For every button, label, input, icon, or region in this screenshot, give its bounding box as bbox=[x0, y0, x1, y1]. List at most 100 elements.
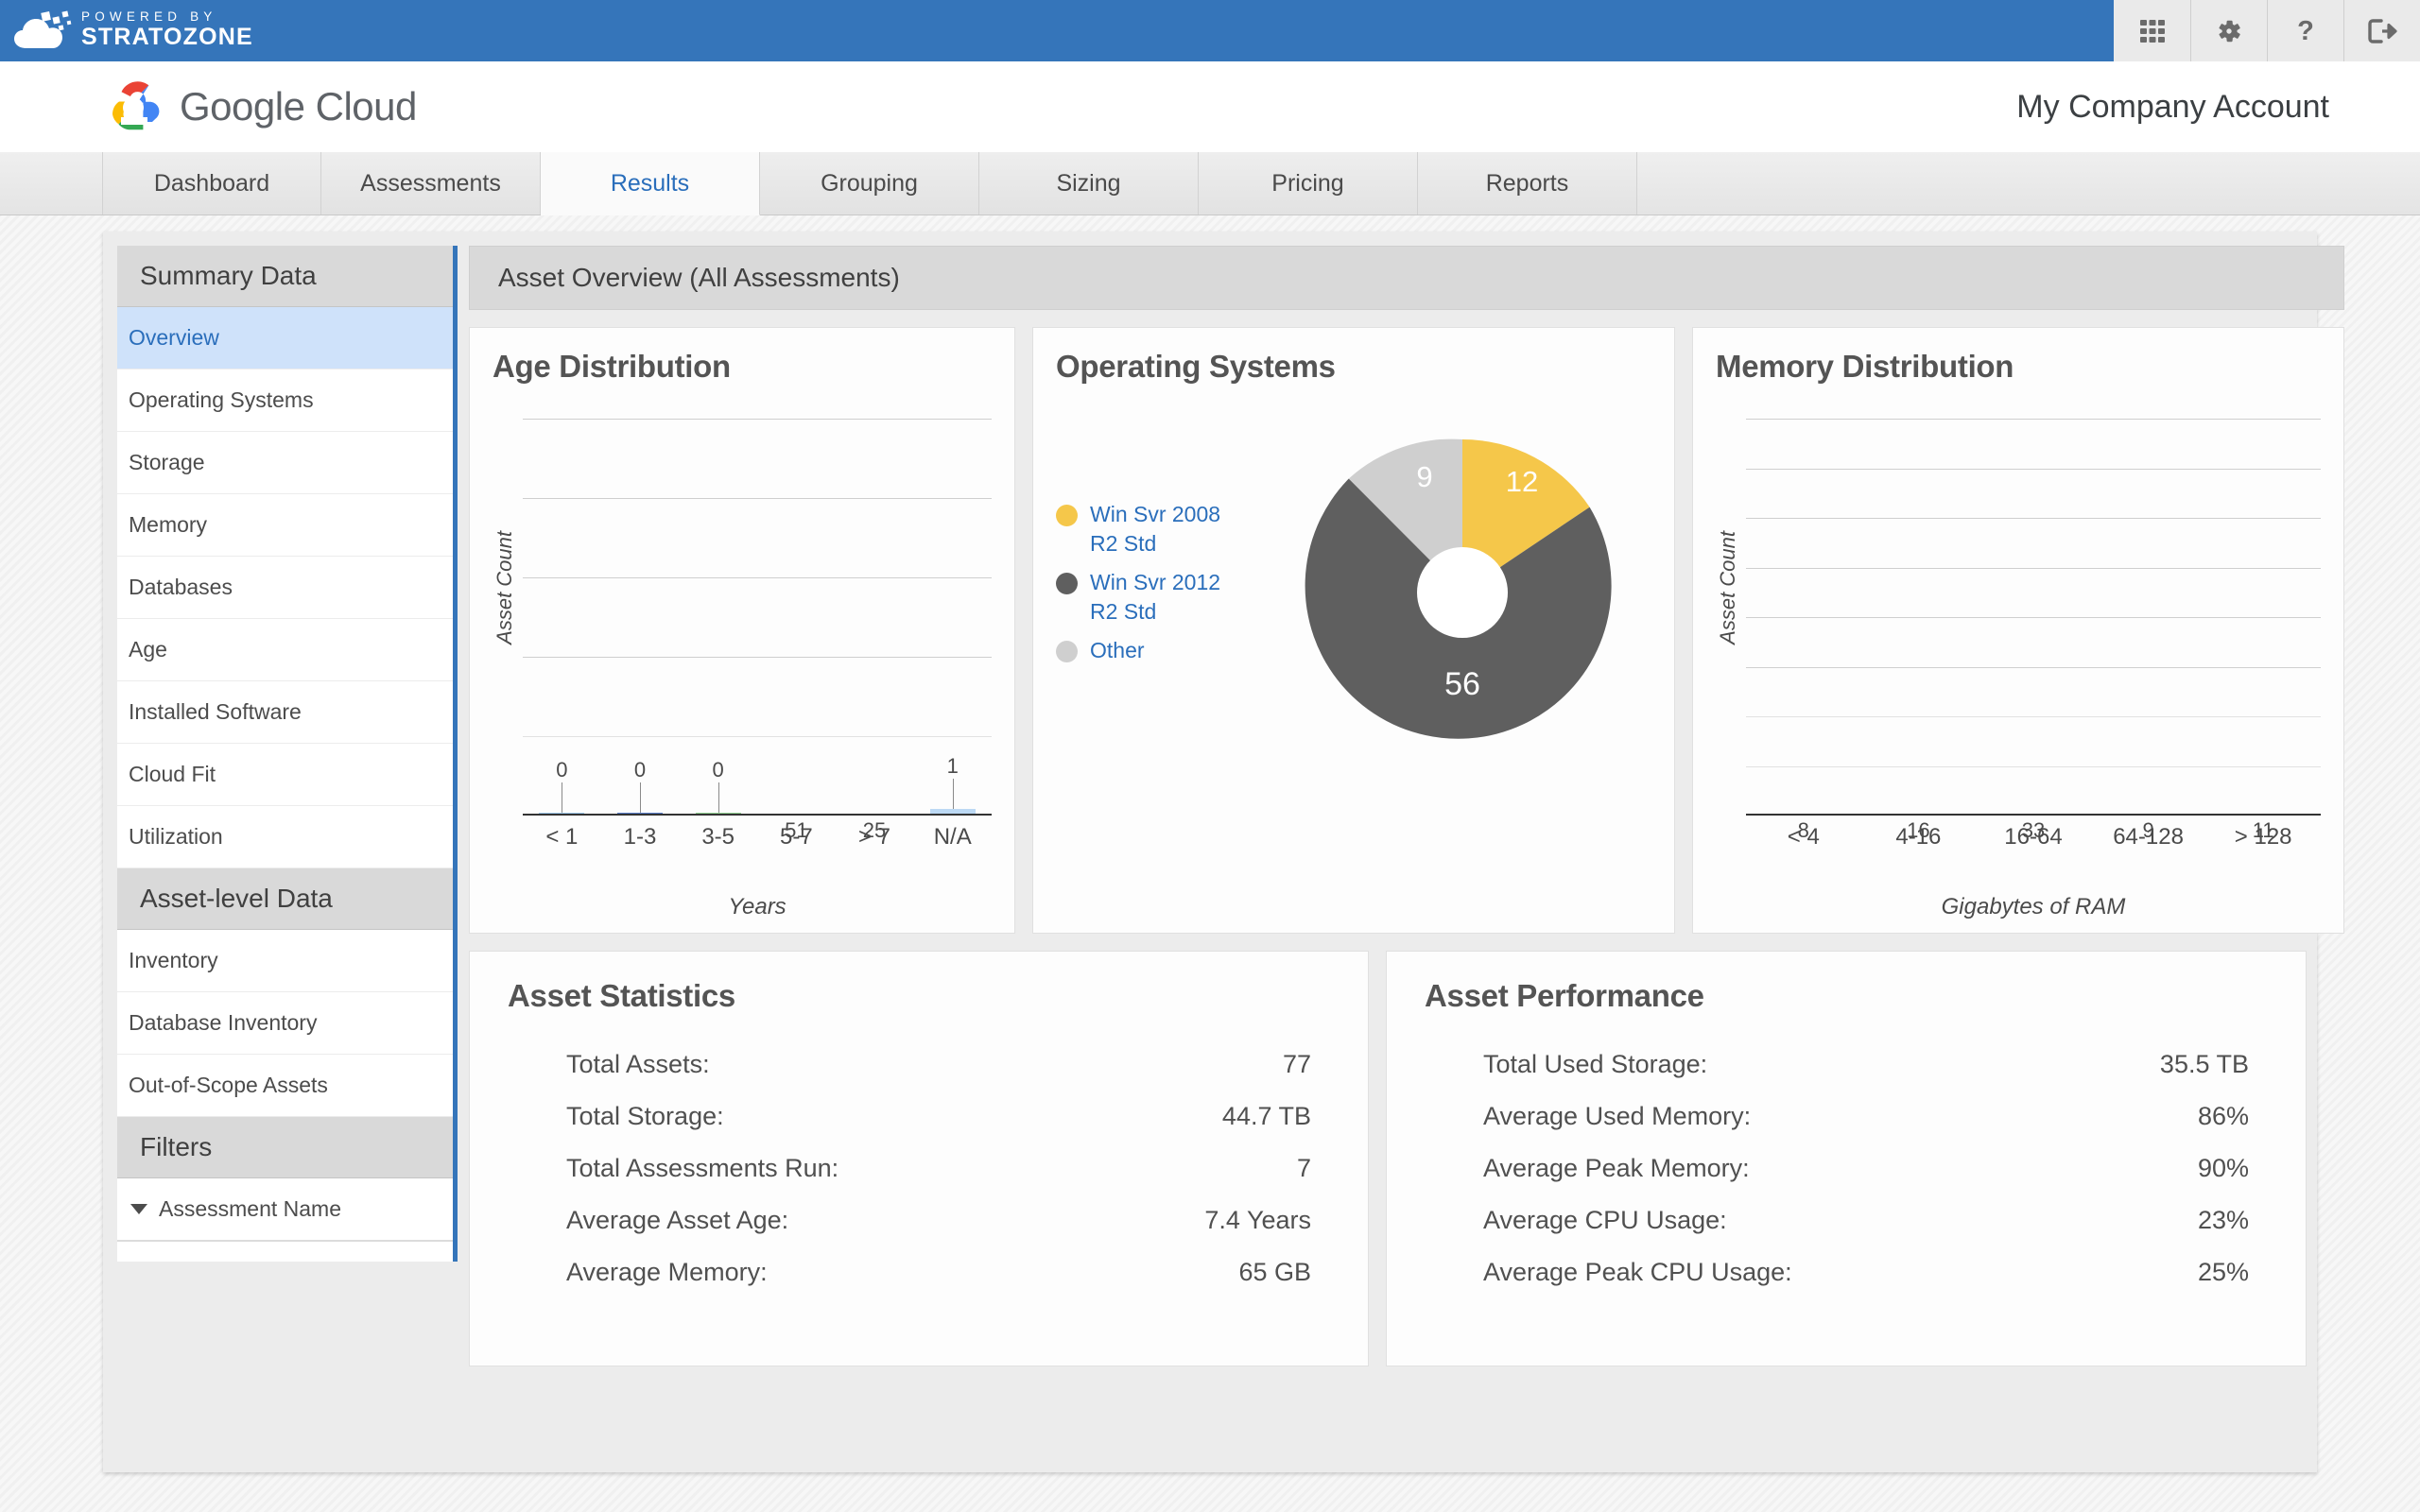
sidebar-item-operating-systems[interactable]: Operating Systems bbox=[117, 369, 453, 432]
bar-stem bbox=[717, 782, 719, 813]
stat-value: 86% bbox=[2197, 1102, 2249, 1130]
legend-label-line2: R2 Std bbox=[1090, 531, 1157, 557]
legend-item[interactable]: Other bbox=[1056, 636, 1273, 665]
bar-value-label: 0 bbox=[633, 758, 647, 782]
top-bar: POWERED BY STRATOZONE ? bbox=[0, 0, 2420, 61]
google-cloud-logo: Google Cloud bbox=[102, 78, 417, 136]
sidebar-section-filters: Filters bbox=[117, 1117, 453, 1178]
stat-label: Total Storage: bbox=[566, 1102, 724, 1130]
x-tick: 3-5 bbox=[701, 824, 735, 850]
stats-row: Asset Statistics Total Assets: 77 Total … bbox=[469, 951, 2344, 1366]
x-axis-line bbox=[1746, 814, 2321, 816]
age-chart-bars-region: 0 0 0 51 25 1 bbox=[523, 419, 992, 842]
stat-label: Average Peak CPU Usage: bbox=[1483, 1258, 1792, 1286]
legend-swatch-icon bbox=[1056, 505, 1078, 526]
sidebar-section-summary-data: Summary Data bbox=[117, 246, 453, 307]
donut-value-label-2008: 12 bbox=[1506, 465, 1538, 498]
bar-value-label: 1 bbox=[946, 754, 959, 778]
stat-value: 7.4 Years bbox=[1204, 1206, 1311, 1234]
stat-value: 44.7 TB bbox=[1221, 1102, 1311, 1130]
stat-row: Average Peak CPU Usage: 25% bbox=[1425, 1246, 2249, 1298]
sidebar-item-out-of-scope-assets[interactable]: Out-of-Scope Assets bbox=[117, 1055, 453, 1117]
sidebar-item-overview[interactable]: Overview bbox=[117, 307, 453, 369]
apps-grid-icon[interactable] bbox=[2114, 0, 2190, 61]
stat-value: 77 bbox=[1282, 1050, 1311, 1078]
bar-value-label: 25 bbox=[862, 818, 887, 842]
card-age-distribution: Age Distribution Asset Count 0 0 0 51 25… bbox=[469, 327, 1015, 934]
help-icon[interactable]: ? bbox=[2267, 0, 2343, 61]
results-pane: Asset Overview (All Assessments) Age Dis… bbox=[458, 246, 2344, 1472]
sidebar-item-database-inventory[interactable]: Database Inventory bbox=[117, 992, 453, 1055]
x-tick: 1-3 bbox=[623, 824, 657, 850]
stat-row: Average Asset Age: 7.4 Years bbox=[508, 1194, 1311, 1246]
stratozone-wordmark: STRATOZONE bbox=[81, 23, 253, 50]
sidebar-item-cloud-fit[interactable]: Cloud Fit bbox=[117, 744, 453, 806]
memory-chart-title: Memory Distribution bbox=[1716, 349, 2014, 384]
os-chart-body: Win Svr 2008 R2 Std Win Svr 2012 R2 Std bbox=[1056, 394, 1651, 923]
stat-label: Average Used Memory: bbox=[1483, 1102, 1752, 1130]
sidebar-item-memory[interactable]: Memory bbox=[117, 494, 453, 557]
sidebar-item-inventory[interactable]: Inventory bbox=[117, 930, 453, 992]
content-area: Summary Data Overview Operating Systems … bbox=[103, 232, 2344, 1472]
sidebar-filter-body bbox=[117, 1241, 453, 1262]
card-asset-performance: Asset Performance Total Used Storage: 35… bbox=[1386, 951, 2307, 1366]
sidebar-item-utilization[interactable]: Utilization bbox=[117, 806, 453, 868]
bar-value-label: 0 bbox=[556, 758, 568, 782]
filter-assessment-name-label: Assessment Name bbox=[159, 1196, 342, 1221]
stat-label: Average Peak Memory: bbox=[1483, 1154, 1750, 1182]
stat-row: Average Peak Memory: 90% bbox=[1425, 1143, 2249, 1194]
legend-label: Win Svr 2008 R2 Std bbox=[1090, 500, 1220, 558]
tab-grouping[interactable]: Grouping bbox=[760, 152, 979, 215]
tab-results[interactable]: Results bbox=[541, 152, 760, 215]
filter-assessment-name[interactable]: Assessment Name bbox=[117, 1178, 453, 1241]
legend-item[interactable]: Win Svr 2012 R2 Std bbox=[1056, 568, 1273, 627]
legend-label: Other bbox=[1090, 636, 1145, 665]
logout-icon[interactable] bbox=[2343, 0, 2420, 61]
stat-row: Total Assets: 77 bbox=[508, 1039, 1311, 1091]
stat-label: Average CPU Usage: bbox=[1483, 1206, 1727, 1234]
product-title: Google Cloud bbox=[180, 84, 417, 129]
x-tick: < 1 bbox=[545, 824, 579, 850]
bar-value-label: 8 bbox=[1797, 818, 1809, 842]
stat-value: 7 bbox=[1296, 1154, 1311, 1182]
stat-value: 25% bbox=[2197, 1258, 2249, 1286]
powered-by-label: POWERED BY bbox=[81, 9, 217, 25]
tab-reports[interactable]: Reports bbox=[1418, 152, 1637, 215]
stat-row: Total Used Storage: 35.5 TB bbox=[1425, 1039, 2249, 1091]
tab-sizing[interactable]: Sizing bbox=[979, 152, 1199, 215]
legend-item[interactable]: Win Svr 2008 R2 Std bbox=[1056, 500, 1273, 558]
gear-icon[interactable] bbox=[2190, 0, 2267, 61]
bar-value-label: 51 bbox=[785, 818, 808, 842]
x-tick: N/A bbox=[933, 824, 972, 850]
google-cloud-mark-icon bbox=[102, 78, 164, 136]
age-chart-plot-area: Asset Count 0 0 0 51 25 1 < 1 1-3 3-5 5-… bbox=[493, 394, 992, 919]
stat-value: 90% bbox=[2197, 1154, 2249, 1182]
sidebar-section-asset-level-data: Asset-level Data bbox=[117, 868, 453, 930]
bar-value-label: 9 bbox=[2142, 818, 2154, 842]
legend-swatch-icon bbox=[1056, 573, 1078, 595]
memory-chart-plot-area: Asset Count 8 16 33 9 11 < 4 4-16 16-64 … bbox=[1716, 394, 2321, 919]
bar-stem bbox=[640, 782, 641, 813]
os-donut-chart: 12 56 9 bbox=[1273, 394, 1651, 753]
tab-dashboard[interactable]: Dashboard bbox=[102, 152, 321, 215]
tab-pricing[interactable]: Pricing bbox=[1199, 152, 1418, 215]
card-memory-distribution: Memory Distribution Asset Count 8 16 33 … bbox=[1692, 327, 2344, 934]
stat-value: 23% bbox=[2197, 1206, 2249, 1234]
age-chart-title: Age Distribution bbox=[493, 349, 731, 384]
charts-row: Age Distribution Asset Count 0 0 0 51 25… bbox=[469, 327, 2344, 934]
stat-row: Average CPU Usage: 23% bbox=[1425, 1194, 2249, 1246]
bar-value-label: 11 bbox=[2252, 818, 2274, 842]
sidebar-item-age[interactable]: Age bbox=[117, 619, 453, 681]
donut-value-label-other: 9 bbox=[1416, 460, 1432, 493]
legend-label-line1: Other bbox=[1090, 638, 1145, 663]
top-bar-actions: ? bbox=[2114, 0, 2420, 61]
sidebar-item-storage[interactable]: Storage bbox=[117, 432, 453, 494]
svg-text:?: ? bbox=[2297, 16, 2314, 46]
sidebar-item-databases[interactable]: Databases bbox=[117, 557, 453, 619]
tab-assessments[interactable]: Assessments bbox=[321, 152, 541, 215]
stat-label: Total Assets: bbox=[566, 1050, 710, 1078]
age-chart-x-tick-labels: < 1 1-3 3-5 5-7 > 7 N/A bbox=[523, 824, 992, 850]
sidebar-item-installed-software[interactable]: Installed Software bbox=[117, 681, 453, 744]
stat-value: 35.5 TB bbox=[2159, 1050, 2249, 1078]
memory-chart-x-axis-label: Gigabytes of RAM bbox=[1941, 894, 2126, 919]
